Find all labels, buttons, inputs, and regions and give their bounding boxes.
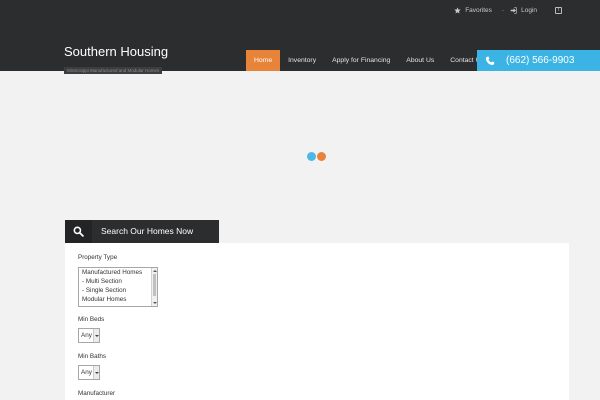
main-nav: Home Inventory Apply for Financing About…: [246, 50, 492, 71]
site-header: Favorites - Login f Southern Housing Mis…: [0, 0, 600, 74]
nav-item-apply-for-financing[interactable]: Apply for Financing: [324, 50, 398, 71]
chevron-down-icon[interactable]: [93, 329, 99, 342]
sign-in-icon: [510, 6, 517, 14]
phone-callout[interactable]: (662) 566-9903: [477, 50, 600, 71]
search-heading: Search Our Homes Now: [101, 226, 194, 236]
nav-item-home[interactable]: Home: [246, 50, 281, 71]
favorites-label: Favorites: [465, 6, 492, 14]
min-beds-label: Min Beds: [78, 316, 105, 323]
nav-item-inventory[interactable]: Inventory: [280, 50, 324, 71]
loader-dot-blue: [307, 152, 316, 161]
list-option[interactable]: Manufactured Homes: [79, 268, 157, 277]
login-link[interactable]: Login: [510, 7, 537, 14]
min-baths-select[interactable]: Any: [78, 365, 100, 380]
top-bar: Favorites - Login f: [454, 0, 600, 20]
site-title[interactable]: Southern Housing: [64, 44, 168, 59]
min-beds-select[interactable]: Any: [78, 328, 100, 343]
topbar-separator: -: [501, 6, 505, 14]
list-option[interactable]: - Single Section: [79, 286, 157, 295]
brand[interactable]: Southern Housing Mississippi Manufacture…: [64, 44, 168, 77]
chevron-down-icon[interactable]: [93, 366, 99, 379]
search-form: Property Type Manufactured Homes - Multi…: [65, 243, 569, 400]
list-option[interactable]: Modular Homes: [79, 295, 157, 304]
listbox-scrollbar[interactable]: [151, 268, 157, 306]
min-baths-value: Any: [81, 369, 92, 376]
facebook-icon[interactable]: f: [555, 6, 562, 14]
phone-icon: [484, 56, 496, 66]
login-label: Login: [521, 6, 537, 14]
list-option[interactable]: - Multi Section: [79, 277, 157, 286]
min-baths-label: Min Baths: [78, 353, 106, 360]
scroll-thumb[interactable]: [153, 274, 156, 296]
nav-item-about-us[interactable]: About Us: [398, 50, 442, 71]
manufacturer-label: Manufacturer: [78, 390, 116, 397]
property-type-label: Property Type: [78, 254, 118, 261]
loading-spinner: [307, 152, 326, 161]
search-tab: Search Our Homes Now: [65, 220, 219, 243]
star-icon: [454, 6, 461, 14]
scroll-up-icon[interactable]: [153, 270, 157, 272]
scroll-down-icon[interactable]: [153, 302, 157, 304]
search-icon: [65, 220, 92, 243]
loader-dot-orange: [317, 152, 326, 161]
favorites-link[interactable]: Favorites: [454, 7, 492, 14]
site-tagline: Mississippi Manufactured and Modular Hom…: [64, 67, 163, 74]
property-type-listbox[interactable]: Manufactured Homes - Multi Section - Sin…: [78, 267, 158, 307]
phone-number[interactable]: (662) 566-9903: [506, 55, 574, 66]
min-beds-value: Any: [81, 332, 92, 339]
